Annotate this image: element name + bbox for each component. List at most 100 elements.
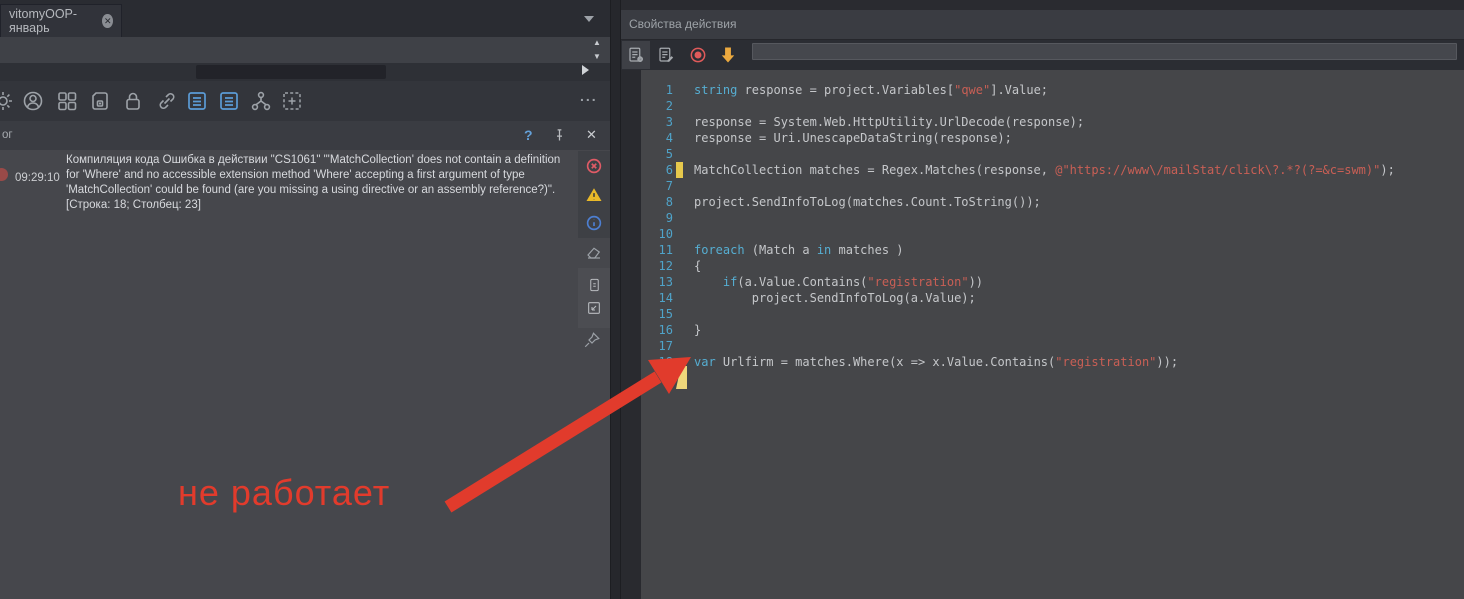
code-line-12[interactable]: 12 { <box>641 258 1461 274</box>
code-line-4[interactable]: 4 response = Uri.UnescapeDataString(respo… <box>641 130 1461 146</box>
code-line-17[interactable]: 17 <box>641 338 1461 354</box>
line-number: 6 <box>641 162 673 178</box>
code-line-2[interactable]: 2 <box>641 98 1461 114</box>
right-panel-top-strip <box>621 0 1464 10</box>
code-line-5[interactable]: 5 <box>641 146 1461 162</box>
resize-panel-icon[interactable] <box>586 300 604 318</box>
action-search-input[interactable] <box>752 43 1457 60</box>
line-text: var Urlfirm = matches.Where(x => x.Value… <box>694 354 1178 370</box>
code-line-10[interactable]: 10 <box>641 226 1461 242</box>
line-marker <box>676 306 683 322</box>
action-list-edit-button[interactable] <box>652 41 680 69</box>
scroll-down-icon[interactable]: ▼ <box>593 53 601 61</box>
code-line-9[interactable]: 9 <box>641 210 1461 226</box>
apps-grid-icon[interactable] <box>55 89 79 113</box>
code-line-1[interactable]: 1string response = project.Variables["qw… <box>641 82 1461 98</box>
line-marker <box>676 290 683 306</box>
right-panel-title: Свойства действия <box>621 10 1464 40</box>
log-entry-message[interactable]: Компиляция кода Ошибка в действии "CS106… <box>66 153 568 213</box>
line-number: 1 <box>641 82 673 98</box>
code-line-7[interactable]: 7 <box>641 178 1461 194</box>
line-number: 15 <box>641 306 673 322</box>
line-marker <box>676 210 683 226</box>
line-number: 3 <box>641 114 673 130</box>
add-region-icon[interactable] <box>280 89 304 113</box>
line-marker <box>676 322 683 338</box>
line-marker <box>676 226 683 242</box>
line-marker <box>676 82 683 98</box>
line-number: 14 <box>641 290 673 306</box>
warnings-filter-icon[interactable] <box>585 186 603 204</box>
tab-bar: vitomyOOP- январь ✕ <box>0 0 612 38</box>
line-number: 16 <box>641 322 673 338</box>
annotation-arrow <box>433 337 703 527</box>
tab-list-dropdown-icon[interactable] <box>584 16 594 22</box>
tab-close-icon[interactable]: ✕ <box>102 14 113 28</box>
help-icon[interactable]: ? <box>524 127 533 143</box>
line-text: MatchCollection matches = Regex.Matches(… <box>694 162 1395 178</box>
expand-right-icon[interactable] <box>582 65 589 75</box>
lock-icon[interactable] <box>121 89 145 113</box>
line-text: project.SendInfoToLog(a.Value); <box>694 290 976 306</box>
line-marker <box>676 162 683 178</box>
line-marker <box>676 258 683 274</box>
line-number: 11 <box>641 242 673 258</box>
code-lines: 1string response = project.Variables["qw… <box>641 82 1461 370</box>
line-number: 4 <box>641 130 673 146</box>
panel-view-icon[interactable] <box>587 276 605 294</box>
line-number: 13 <box>641 274 673 290</box>
code-line-18[interactable]: 18var Urlfirm = matches.Where(x => x.Val… <box>641 354 1461 370</box>
branch-icon[interactable] <box>249 89 273 113</box>
line-text: foreach (Match a in matches ) <box>694 242 904 258</box>
record-button[interactable] <box>684 41 712 69</box>
clear-log-icon[interactable] <box>585 243 603 261</box>
line-text: project.SendInfoToLog(matches.Count.ToSt… <box>694 194 1041 210</box>
list-view-icon-2[interactable] <box>217 89 241 113</box>
user-icon[interactable] <box>21 89 45 113</box>
line-marker <box>676 274 683 290</box>
line-marker <box>676 130 683 146</box>
list-view-icon[interactable] <box>185 89 209 113</box>
annotation-text: не работает <box>178 472 390 514</box>
mini-scrollbar[interactable]: ▲▼ <box>590 39 604 61</box>
line-number: 2 <box>641 98 673 114</box>
line-marker <box>676 242 683 258</box>
line-marker <box>676 98 683 114</box>
scroll-up-icon[interactable]: ▲ <box>593 39 601 47</box>
insert-down-button[interactable] <box>714 41 742 69</box>
code-line-11[interactable]: 11 foreach (Match a in matches ) <box>641 242 1461 258</box>
log-close-icon[interactable]: ✕ <box>586 127 597 143</box>
code-line-3[interactable]: 3 response = System.Web.HttpUtility.UrlDe… <box>641 114 1461 130</box>
line-marker <box>676 178 683 194</box>
code-line-15[interactable]: 15 <box>641 306 1461 322</box>
line-number: 10 <box>641 226 673 242</box>
scrollbar-thumb[interactable] <box>196 65 386 79</box>
collapsed-panel-strip <box>0 37 612 63</box>
toolbar-more-button[interactable]: ... <box>580 88 598 104</box>
line-text: } <box>694 322 701 338</box>
line-text: response = System.Web.HttpUtility.UrlDec… <box>694 114 1084 130</box>
action-list-settings-button[interactable] <box>622 41 650 69</box>
save-card-icon[interactable] <box>88 89 112 113</box>
line-number: 7 <box>641 178 673 194</box>
code-line-8[interactable]: 8project.SendInfoToLog(matches.Count.ToS… <box>641 194 1461 210</box>
line-text: response = Uri.UnescapeDataString(respon… <box>694 130 1012 146</box>
link-icon[interactable] <box>155 89 179 113</box>
code-line-16[interactable]: 16} <box>641 322 1461 338</box>
line-marker <box>676 146 683 162</box>
line-marker <box>676 194 683 210</box>
log-panel-header <box>0 121 612 151</box>
project-tab[interactable]: vitomyOOP- январь ✕ <box>0 4 122 37</box>
pin-icon[interactable] <box>552 128 567 143</box>
gear-icon[interactable] <box>0 89 15 113</box>
code-line-13[interactable]: 13 if(a.Value.Contains("registration")) <box>641 274 1461 290</box>
line-number: 12 <box>641 258 673 274</box>
info-filter-icon[interactable] <box>585 214 603 232</box>
line-number: 9 <box>641 210 673 226</box>
line-marker <box>676 114 683 130</box>
code-line-6[interactable]: 6 MatchCollection matches = Regex.Matches… <box>641 162 1461 178</box>
errors-filter-icon[interactable] <box>585 157 603 175</box>
code-line-14[interactable]: 14 project.SendInfoToLog(a.Value); <box>641 290 1461 306</box>
log-entry-time: 09:29:10 <box>15 172 60 184</box>
line-text: { <box>694 258 701 274</box>
